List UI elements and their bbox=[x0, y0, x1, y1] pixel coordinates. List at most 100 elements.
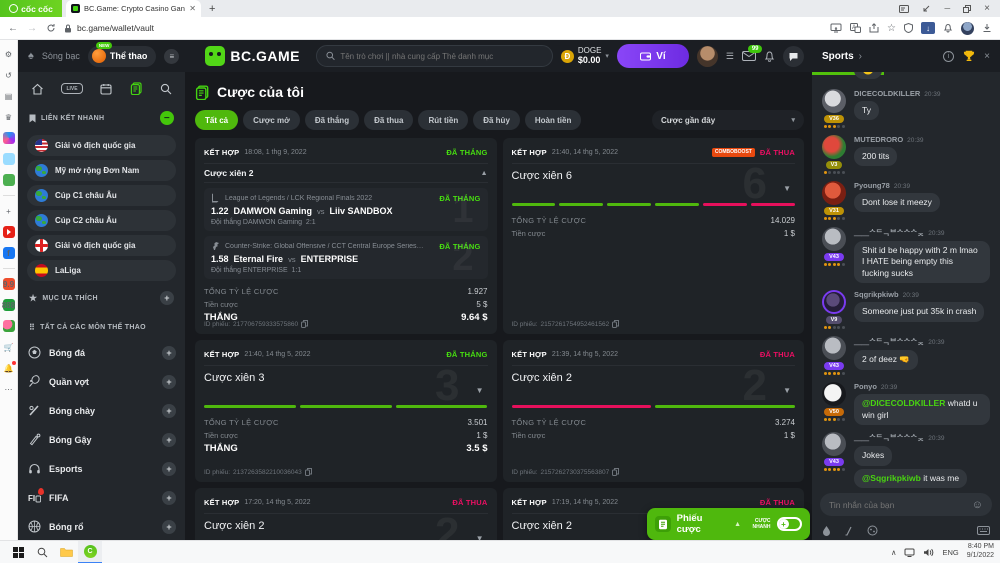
send-to-device-icon[interactable] bbox=[830, 23, 842, 33]
username[interactable]: ＿＿ᄉᄃᆨᄇᄉᄉᄉᆽ bbox=[854, 336, 924, 347]
emoji-picker-icon[interactable]: ☺ bbox=[972, 499, 983, 511]
expand-basketball-button[interactable]: + bbox=[162, 520, 176, 534]
chat-rules-info-icon[interactable]: i bbox=[943, 51, 954, 62]
chat-toggle-button[interactable] bbox=[783, 46, 804, 67]
download-arrow-icon[interactable] bbox=[922, 5, 931, 13]
coccoc-menu-button[interactable]: cốc cốc bbox=[0, 0, 62, 17]
coccoc-taskbar-icon[interactable]: C bbox=[78, 541, 102, 563]
sort-dropdown[interactable]: Cược gần đây▾ bbox=[652, 110, 804, 130]
zalo-icon[interactable] bbox=[3, 153, 15, 165]
sidebar-item-football[interactable]: Bóng đá+ bbox=[27, 338, 176, 367]
crown-rewards-icon[interactable]: ♛ bbox=[3, 111, 15, 123]
copy-icon[interactable] bbox=[305, 468, 312, 476]
start-button[interactable] bbox=[6, 541, 30, 563]
quick-link-item[interactable]: Mỹ mở rộng Đơn Nam bbox=[27, 160, 176, 181]
add-favorite-button[interactable]: + bbox=[160, 291, 174, 305]
sidebar-item-fifa[interactable]: FIFIFA+ bbox=[27, 483, 176, 512]
avatar[interactable] bbox=[822, 336, 846, 360]
downloads-tray-icon[interactable] bbox=[982, 23, 992, 33]
username[interactable]: DICECOLDKILLER bbox=[854, 89, 920, 98]
filter-cancelled[interactable]: Đã hủy bbox=[473, 110, 520, 130]
reload-button[interactable] bbox=[46, 23, 56, 33]
username[interactable]: Ponyo bbox=[854, 382, 877, 391]
avatar[interactable] bbox=[822, 290, 846, 314]
account-menu-icon[interactable]: ☰ bbox=[726, 51, 734, 62]
tray-expand-icon[interactable]: ∧ bbox=[891, 548, 897, 557]
messages-icon[interactable]: 99 bbox=[742, 51, 756, 61]
filter-all[interactable]: Tất cả bbox=[195, 110, 238, 130]
settings-gear-icon[interactable]: ⚙ bbox=[3, 48, 15, 60]
bet-name-toggle[interactable]: Cược xiên 2 2 ▼ bbox=[512, 365, 796, 403]
quick-link-item[interactable]: Cúp C1 châu Âu bbox=[27, 185, 176, 206]
lottery-icon[interactable]: 888 bbox=[3, 299, 15, 311]
sidebar-item-tennis[interactable]: Quần vợt+ bbox=[27, 367, 176, 396]
wallet-button[interactable]: Ví bbox=[617, 44, 689, 68]
expand-cricket-button[interactable]: + bbox=[162, 433, 176, 447]
expand-baseball-button[interactable]: + bbox=[162, 404, 176, 418]
chat-input[interactable]: ☺ bbox=[820, 493, 992, 516]
facebook-icon[interactable]: f bbox=[3, 247, 15, 259]
balance-selector[interactable]: Đ DOGE$0.00 ▾ bbox=[561, 46, 609, 66]
browser-profile-avatar[interactable] bbox=[961, 22, 974, 35]
tab-close-icon[interactable]: ✕ bbox=[189, 4, 196, 13]
expand-esports-button[interactable]: + bbox=[162, 462, 176, 476]
user-avatar[interactable] bbox=[697, 46, 718, 67]
sidebar-item-cricket[interactable]: Bóng Gậy+ bbox=[27, 425, 176, 454]
reading-mode-icon[interactable] bbox=[899, 5, 909, 13]
sidebar-item-esports[interactable]: Esports+ bbox=[27, 454, 176, 483]
restore-button[interactable] bbox=[963, 5, 971, 13]
expand-fifa-button[interactable]: + bbox=[162, 491, 176, 505]
filter-lost[interactable]: Đã thua bbox=[364, 110, 413, 130]
messenger-icon[interactable] bbox=[3, 132, 15, 144]
url-field[interactable]: bc.game/wallet/vault bbox=[64, 23, 822, 33]
avatar[interactable] bbox=[822, 432, 846, 456]
notification-bell-icon[interactable] bbox=[943, 23, 953, 33]
username[interactable]: ＿＿ᄉᄃᆨᄇᄉᄉᄉᆽ bbox=[854, 432, 924, 443]
taskbar-clock[interactable]: 8:40 PM9/1/2022 bbox=[967, 543, 994, 561]
sports-tab[interactable]: NEW Thể thao bbox=[88, 46, 157, 67]
copy-icon[interactable] bbox=[301, 320, 308, 328]
chat-message-input[interactable] bbox=[829, 500, 967, 510]
avatar[interactable] bbox=[822, 181, 846, 205]
quick-bet-toggle[interactable]: + bbox=[777, 517, 802, 531]
quick-link-item[interactable]: Giải vô địch quốc gia bbox=[27, 135, 176, 156]
avatar[interactable] bbox=[822, 89, 846, 113]
shopping-cart-icon[interactable]: 🛒 bbox=[3, 341, 15, 353]
user-mention[interactable]: @DICECOLDKILLER bbox=[862, 398, 945, 408]
copy-icon[interactable] bbox=[612, 468, 619, 476]
trophy-icon[interactable] bbox=[963, 50, 975, 62]
newsfeed-icon[interactable]: ▤ bbox=[3, 90, 15, 102]
avatar[interactable] bbox=[822, 135, 846, 159]
casino-tab-label[interactable]: Sòng bạc bbox=[42, 51, 80, 61]
home-icon[interactable] bbox=[31, 83, 44, 95]
volume-icon[interactable] bbox=[923, 548, 934, 557]
chevron-right-icon[interactable]: › bbox=[859, 51, 862, 62]
filter-open[interactable]: Cược mở bbox=[243, 110, 300, 130]
mode-toggle-icon[interactable]: ≡ bbox=[164, 49, 179, 64]
minimize-button[interactable]: ─ bbox=[944, 4, 950, 13]
avatar[interactable] bbox=[822, 382, 846, 406]
adblock-shield-icon[interactable] bbox=[904, 23, 913, 33]
schedule-calendar-icon[interactable] bbox=[100, 83, 112, 95]
quick-link-item[interactable]: Giải vô địch quốc gia bbox=[27, 235, 176, 256]
more-dots-icon[interactable]: ⋯ bbox=[3, 383, 15, 395]
rain-tip-icon[interactable] bbox=[822, 525, 831, 536]
share-icon[interactable] bbox=[869, 23, 879, 33]
search-input[interactable] bbox=[340, 52, 543, 61]
chat-room-label[interactable]: Sports bbox=[822, 51, 854, 62]
translate-icon[interactable]: A bbox=[850, 23, 861, 33]
taskbar-search-icon[interactable] bbox=[30, 541, 54, 563]
back-button[interactable]: ← bbox=[8, 23, 18, 34]
forward-button[interactable]: → bbox=[27, 23, 37, 34]
betslip-button[interactable]: Phiếu cược ▲ CƯỢC NHANH + bbox=[647, 508, 810, 540]
bet-name-toggle[interactable]: Cược xiên 2 2 ▼ bbox=[204, 513, 488, 540]
new-tab-button[interactable]: + bbox=[209, 3, 215, 15]
filter-won[interactable]: Đã thắng bbox=[305, 110, 359, 130]
browser-tab[interactable]: BC.Game: Crypto Casino Gan ✕ bbox=[66, 0, 201, 17]
bet-name-toggle[interactable]: Cược xiên 3 3 ▼ bbox=[204, 365, 488, 403]
copy-icon[interactable] bbox=[612, 320, 619, 328]
bookmark-star-icon[interactable]: ☆ bbox=[887, 23, 896, 34]
live-icon[interactable]: LIVE bbox=[61, 83, 82, 94]
my-bets-icon[interactable] bbox=[130, 82, 143, 95]
game-search[interactable] bbox=[316, 45, 553, 67]
